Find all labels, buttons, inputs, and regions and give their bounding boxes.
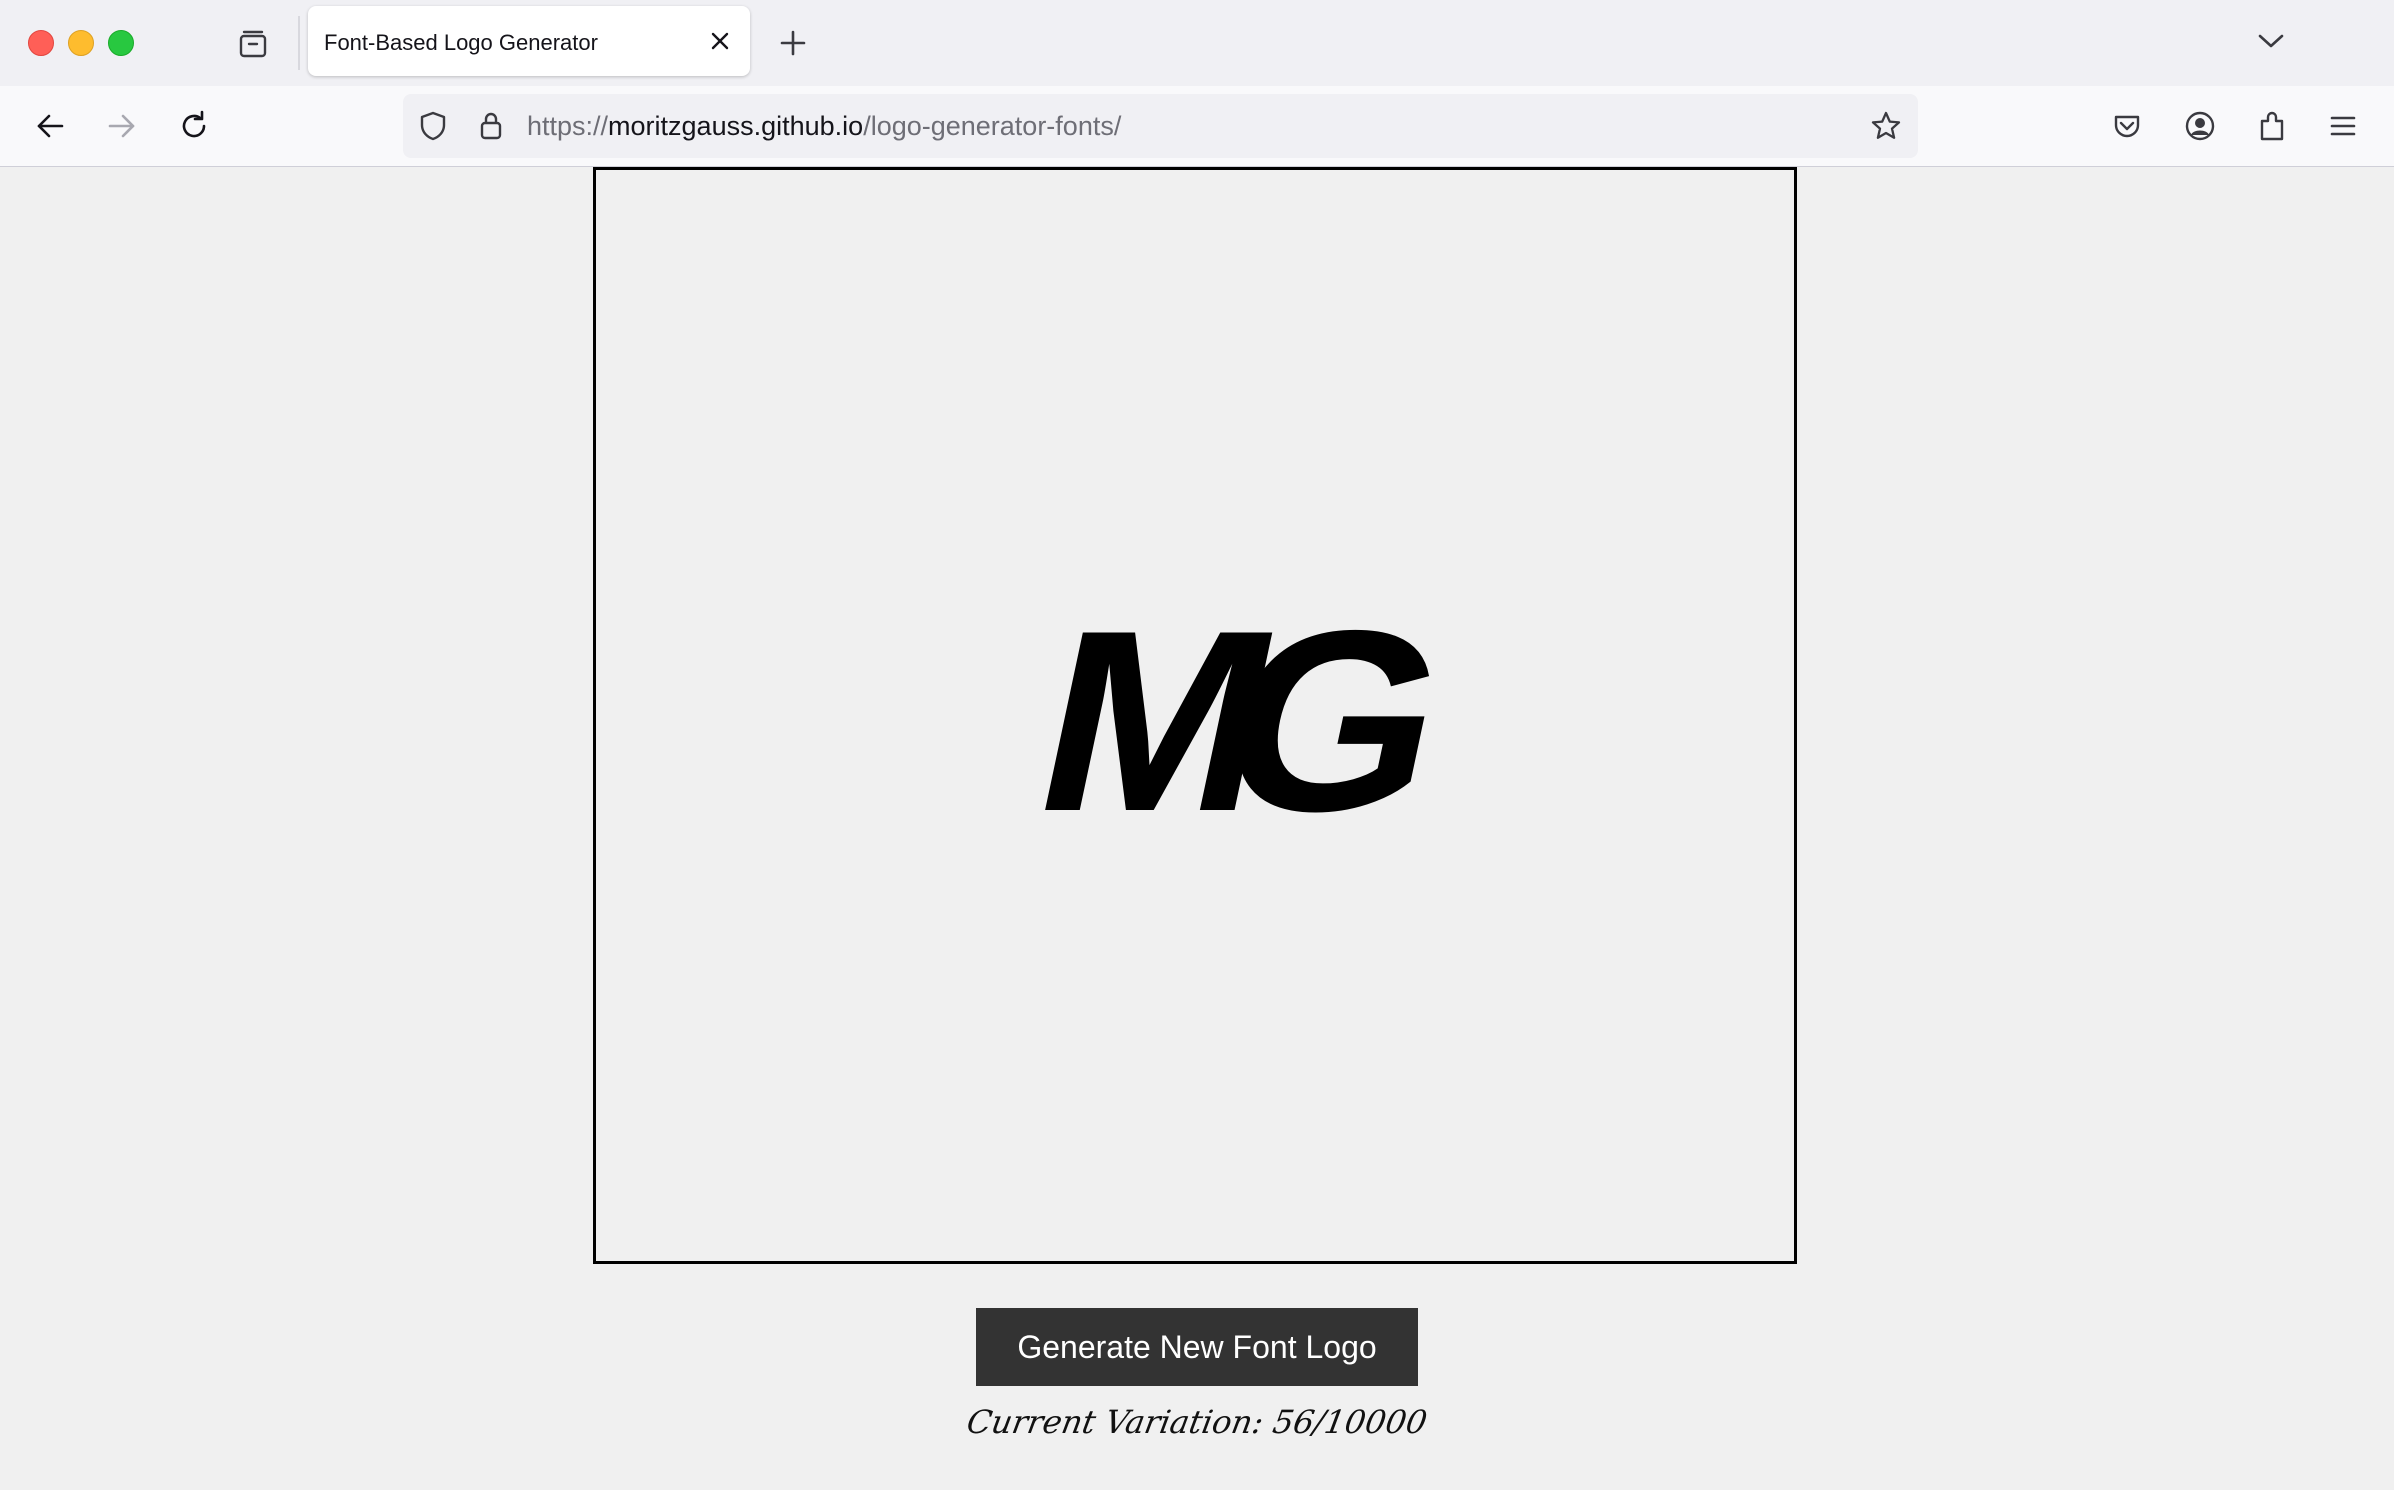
tab-active[interactable]: Font-Based Logo Generator — [308, 6, 750, 76]
url-path: /logo-generator-fonts/ — [863, 111, 1122, 141]
variation-counter: Current Variation: 56/10000 — [963, 1403, 1431, 1441]
extensions-icon[interactable] — [2249, 103, 2295, 149]
tab-strip: Font-Based Logo Generator — [0, 0, 2394, 86]
shield-icon[interactable] — [417, 110, 449, 142]
page-content: MG Generate New Font Logo Current Variat… — [0, 167, 2394, 1490]
account-icon[interactable] — [2177, 103, 2223, 149]
reload-icon[interactable] — [171, 103, 217, 149]
arrow-right-icon[interactable] — [99, 103, 145, 149]
logo-letters: MG — [1015, 576, 1455, 865]
url-scheme: https:// — [527, 111, 609, 141]
url-text[interactable]: https://moritzgauss.github.io/logo-gener… — [527, 94, 1121, 158]
window-close-button[interactable] — [28, 30, 54, 56]
tab-separator — [298, 16, 300, 70]
tab-view-icon[interactable] — [230, 24, 276, 64]
generate-logo-button[interactable]: Generate New Font Logo — [976, 1308, 1418, 1386]
url-bar[interactable]: https://moritzgauss.github.io/logo-gener… — [403, 94, 1918, 158]
navigation-bar: https://moritzgauss.github.io/logo-gener… — [0, 86, 2394, 167]
close-icon[interactable] — [704, 25, 736, 57]
menu-icon[interactable] — [2320, 103, 2366, 149]
arrow-left-icon[interactable] — [27, 103, 73, 149]
chevron-down-icon[interactable] — [2250, 20, 2292, 62]
pocket-icon[interactable] — [2104, 103, 2150, 149]
browser-window: Font-Based Logo Generator https://moritz… — [0, 0, 2394, 1490]
tab-title: Font-Based Logo Generator — [324, 30, 598, 55]
star-icon[interactable] — [1868, 108, 1904, 144]
logo-canvas: MG — [593, 167, 1797, 1264]
window-minimize-button[interactable] — [68, 30, 94, 56]
window-maximize-button[interactable] — [108, 30, 134, 56]
url-host: moritzgauss.github.io — [608, 111, 864, 141]
plus-icon[interactable] — [772, 22, 814, 64]
lock-icon[interactable] — [475, 110, 507, 142]
logo-graphic: MG — [1015, 576, 1455, 865]
